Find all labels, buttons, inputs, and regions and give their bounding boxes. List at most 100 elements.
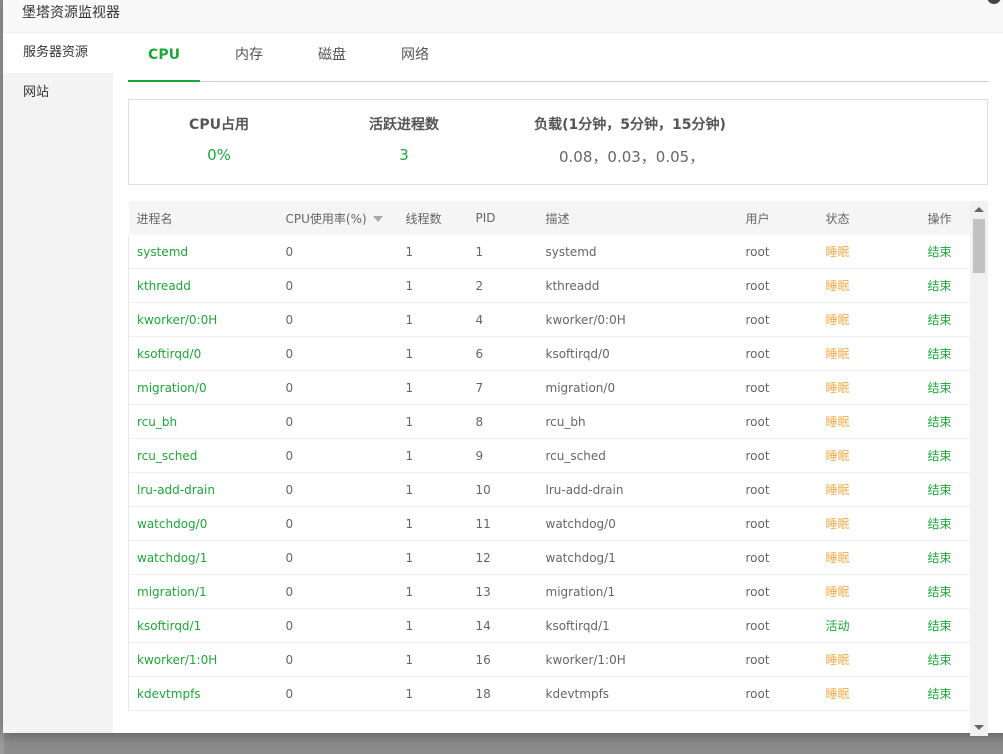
cell-threads: 1 (397, 472, 468, 507)
cell-pid: 9 (467, 438, 538, 473)
cell-threads: 1 (397, 268, 468, 303)
process-table-body: systemd 0 1 1 systemd root 睡眠 结束 kthreadd 0 1 2 kthr… (128, 235, 971, 711)
cell-process-name[interactable]: lru-add-drain (128, 472, 278, 507)
cell-process-name[interactable]: watchdog/1 (128, 540, 278, 575)
scroll-down-icon[interactable] (974, 725, 984, 730)
cell-description: migration/0 (537, 370, 738, 405)
cell-user: root (737, 506, 818, 541)
cell-pid: 8 (467, 404, 538, 439)
table-row: systemd 0 1 1 systemd root 睡眠 结束 (128, 235, 971, 269)
cell-process-name[interactable]: kworker/0:0H (128, 302, 278, 337)
cell-status: 睡眠 (817, 268, 920, 303)
cell-description: watchdog/1 (537, 540, 738, 575)
end-process-button[interactable]: 结束 (919, 235, 971, 269)
cell-user: root (737, 268, 818, 303)
end-process-button[interactable]: 结束 (919, 336, 971, 371)
cell-status: 睡眠 (817, 235, 920, 269)
end-process-button[interactable]: 结束 (919, 404, 971, 439)
tab-network[interactable]: 网络 (380, 33, 450, 80)
sidebar: 服务器资源 网站 (3, 33, 113, 733)
cell-process-name[interactable]: kthreadd (128, 268, 278, 303)
cell-threads: 1 (397, 336, 468, 371)
tab-memory[interactable]: 内存 (214, 33, 284, 80)
cell-description: ksoftirqd/0 (537, 336, 738, 371)
col-header-description[interactable]: 描述 (538, 201, 738, 235)
col-header-threads[interactable]: 线程数 (398, 201, 468, 235)
end-process-button[interactable]: 结束 (919, 608, 971, 643)
close-icon[interactable]: ✕ (987, 0, 1001, 4)
cell-cpu: 0 (277, 472, 398, 507)
cell-cpu: 0 (277, 302, 398, 337)
cell-process-name[interactable]: rcu_sched (128, 438, 278, 473)
vertical-scrollbar[interactable] (970, 201, 988, 736)
cell-process-name[interactable]: migration/0 (128, 370, 278, 405)
cell-process-name[interactable]: rcu_bh (128, 404, 278, 439)
col-header-status[interactable]: 状态 (818, 201, 920, 235)
table-row: rcu_sched 0 1 9 rcu_sched root 睡眠 结束 (128, 438, 971, 473)
table-row: watchdog/0 0 1 11 watchdog/0 root 睡眠 结束 (128, 506, 971, 541)
end-process-button[interactable]: 结束 (919, 540, 971, 575)
tab-cpu[interactable]: CPU (128, 33, 200, 82)
table-row: migration/1 0 1 13 migration/1 root 睡眠 结束 (128, 574, 971, 609)
stat-active-processes: 活跃进程数 3 (349, 114, 459, 164)
cell-cpu: 0 (277, 336, 398, 371)
end-process-button[interactable]: 结束 (919, 268, 971, 303)
col-header-cpu[interactable]: CPU使用率(%) (278, 201, 398, 235)
col-header-pid[interactable]: PID (468, 201, 538, 235)
cell-pid: 12 (467, 540, 538, 575)
cell-user: root (737, 235, 818, 269)
scroll-up-icon[interactable] (974, 207, 984, 212)
cell-user: root (737, 472, 818, 507)
cell-status: 睡眠 (817, 540, 920, 575)
cell-description: kworker/0:0H (537, 302, 738, 337)
cell-description: systemd (537, 235, 738, 269)
end-process-button[interactable]: 结束 (919, 642, 971, 677)
cell-cpu: 0 (277, 235, 398, 269)
col-header-name[interactable]: 进程名 (129, 201, 278, 235)
end-process-button[interactable]: 结束 (919, 676, 971, 711)
table-row: migration/0 0 1 7 migration/0 root 睡眠 结束 (128, 370, 971, 405)
cell-description: ksoftirqd/1 (537, 608, 738, 643)
tab-disk[interactable]: 磁盘 (297, 33, 367, 80)
cell-process-name[interactable]: kdevtmpfs (128, 676, 278, 711)
cell-status: 睡眠 (817, 472, 920, 507)
table-row: lru-add-drain 0 1 10 lru-add-drain root 睡眠 结束 (128, 472, 971, 507)
modal-header: 堡塔资源监视器 ✕ (3, 0, 1003, 33)
cell-description: kthreadd (537, 268, 738, 303)
cell-user: root (737, 438, 818, 473)
end-process-button[interactable]: 结束 (919, 438, 971, 473)
sidebar-item-server-resources[interactable]: 服务器资源 (3, 33, 113, 73)
cell-pid: 13 (467, 574, 538, 609)
cell-threads: 1 (397, 370, 468, 405)
cell-description: kworker/1:0H (537, 642, 738, 677)
end-process-button[interactable]: 结束 (919, 370, 971, 405)
cell-user: root (737, 574, 818, 609)
cell-process-name[interactable]: migration/1 (128, 574, 278, 609)
cell-pid: 18 (467, 676, 538, 711)
cell-process-name[interactable]: watchdog/0 (128, 506, 278, 541)
sidebar-item-website[interactable]: 网站 (3, 73, 113, 113)
cell-process-name[interactable]: ksoftirqd/1 (128, 608, 278, 643)
stat-label: CPU占用 (189, 117, 249, 133)
cell-user: root (737, 404, 818, 439)
end-process-button[interactable]: 结束 (919, 302, 971, 337)
cell-process-name[interactable]: ksoftirqd/0 (128, 336, 278, 371)
cell-process-name[interactable]: systemd (128, 235, 278, 269)
end-process-button[interactable]: 结束 (919, 574, 971, 609)
modal-title: 堡塔资源监视器 (22, 5, 120, 21)
cell-process-name[interactable]: kworker/1:0H (128, 642, 278, 677)
col-header-user[interactable]: 用户 (738, 201, 818, 235)
cell-description: lru-add-drain (537, 472, 738, 507)
end-process-button[interactable]: 结束 (919, 506, 971, 541)
cell-status: 睡眠 (817, 404, 920, 439)
end-process-button[interactable]: 结束 (919, 472, 971, 507)
sort-desc-icon[interactable] (372, 216, 383, 222)
stat-value: 0.08，0.03，0.05， (559, 148, 705, 166)
scroll-thumb[interactable] (973, 219, 985, 273)
table-row: watchdog/1 0 1 12 watchdog/1 root 睡眠 结束 (128, 540, 971, 575)
cell-cpu: 0 (277, 438, 398, 473)
resource-monitor-modal: 堡塔资源监视器 ✕ 服务器资源 网站 CPU 内存 磁盘 网络 CPU占用 0%… (3, 0, 1003, 736)
cell-cpu: 0 (277, 506, 398, 541)
table-row: kthreadd 0 1 2 kthreadd root 睡眠 结束 (128, 268, 971, 303)
cell-cpu: 0 (277, 540, 398, 575)
